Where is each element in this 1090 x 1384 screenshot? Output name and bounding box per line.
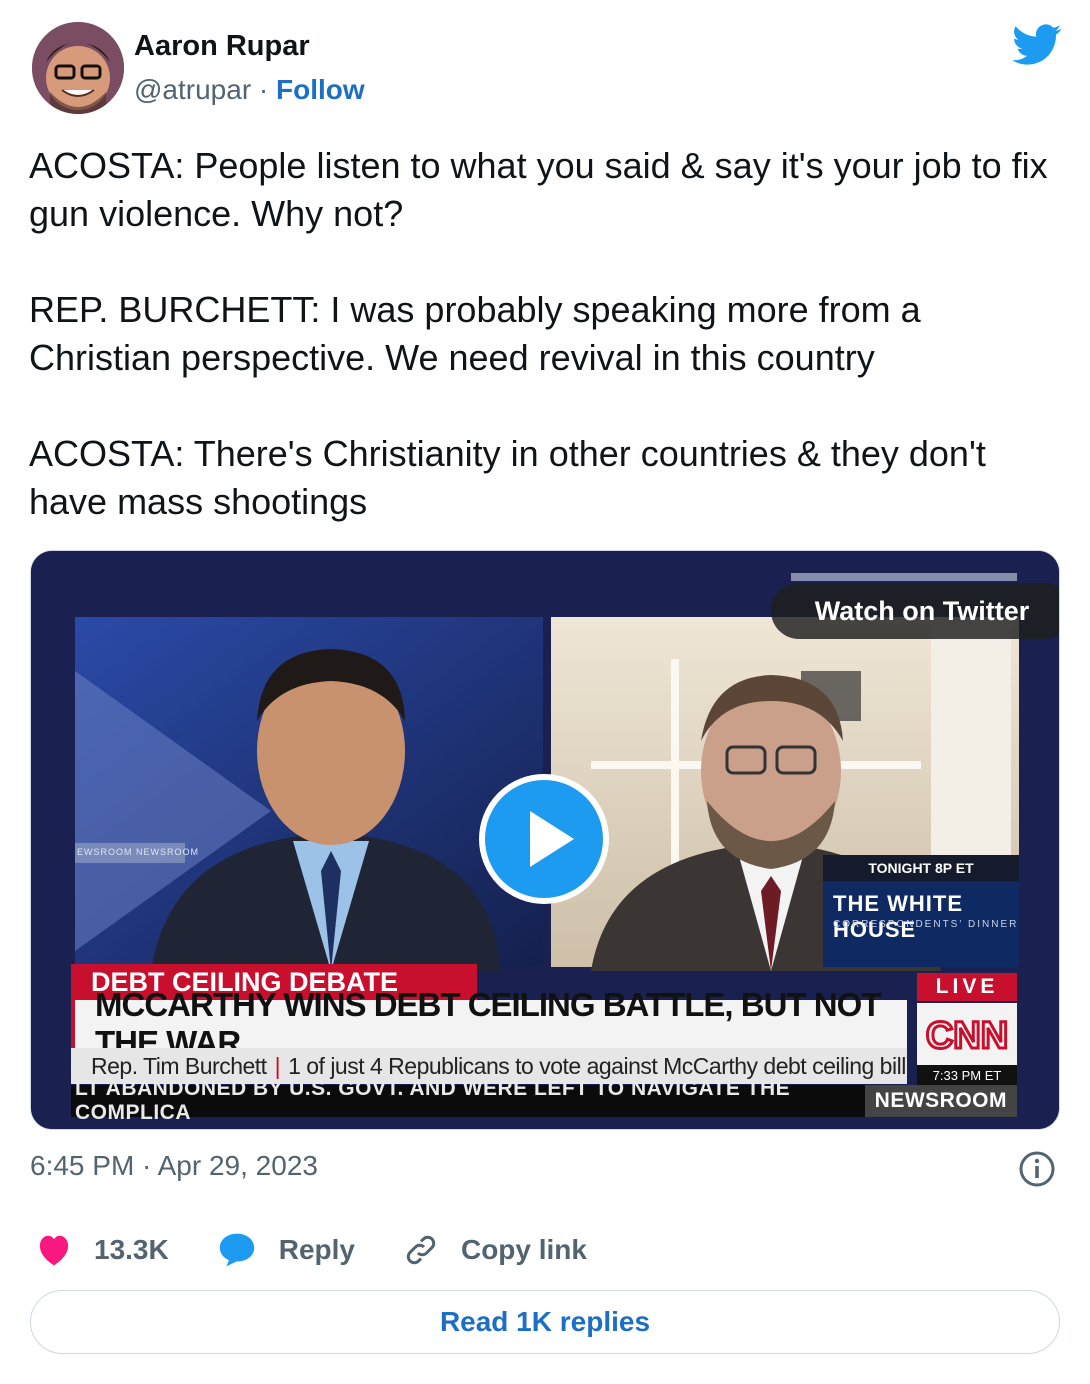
watch-on-twitter-button[interactable]: Watch on Twitter [771, 583, 1059, 639]
tweet-text: ACOSTA: People listen to what you said &… [29, 142, 1059, 574]
author-handle[interactable]: @atrupar [134, 74, 251, 105]
tweet-paragraph: ACOSTA: People listen to what you said &… [29, 145, 1048, 234]
like-count: 13.3K [94, 1234, 169, 1265]
chyron-detail: 1 of just 4 Republicans to vote against … [288, 1052, 906, 1079]
twitter-bird-icon[interactable] [1012, 24, 1062, 66]
clock-badge: 7:33 PM ET [917, 1065, 1017, 1085]
copy-link-label: Copy link [460, 1234, 587, 1265]
wall-text: EWSROOM NEWSROOM [77, 847, 199, 857]
video-player[interactable]: Watch on Twitter TONIGHT 8P ET THE WHITE… [30, 550, 1060, 1130]
reply-bubble-icon [219, 1233, 254, 1267]
tweet-paragraph: REP. BURCHETT: I was probably speaking m… [29, 289, 921, 378]
chyron-headline: MCCARTHY WINS DEBT CEILING BATTLE, BUT N… [71, 986, 907, 1061]
cnn-logo-text: CNN [926, 1015, 1008, 1056]
copy-link-button[interactable]: Copy link [403, 1232, 587, 1268]
tweet-paragraph: ACOSTA: There's Christianity in other co… [29, 433, 986, 522]
author-name[interactable]: Aaron Rupar [134, 30, 310, 63]
ticker-text: LT ABANDONED BY U.S. GOVT. AND WERE LEFT… [75, 1077, 791, 1124]
info-icon[interactable] [1018, 1150, 1056, 1188]
chyron-name: Rep. Tim Burchett [91, 1052, 267, 1079]
promo-sub: CORRESPONDENTS' DINNER [833, 919, 1019, 930]
chyron-divider: | [274, 1052, 281, 1079]
tweet-embed: Aaron Rupar @atrupar · Follow ACOSTA: Pe… [0, 0, 1090, 1384]
heart-icon [39, 1235, 69, 1266]
link-icon [406, 1235, 436, 1265]
ticker-tag: NEWSROOM [864, 1085, 1017, 1117]
live-badge: LIVE [917, 973, 1017, 1001]
follow-link[interactable]: Follow [276, 74, 365, 105]
author-handle-row: @atrupar · Follow [134, 74, 365, 106]
reply-label: Reply [278, 1234, 355, 1265]
promo-graphic: TONIGHT 8P ET THE WHITE HOUSE CORRESPOND… [823, 855, 1019, 967]
promo-title: THE WHITE HOUSE [833, 891, 963, 942]
read-replies-button[interactable]: Read 1K replies [30, 1290, 1060, 1354]
like-button[interactable]: 13.3K [36, 1234, 169, 1266]
news-ticker: LT ABANDONED BY U.S. GOVT. AND WERE LEFT… [71, 1077, 1017, 1124]
play-icon[interactable] [478, 773, 610, 905]
cnn-logo-icon: CNN [917, 1003, 1017, 1065]
tweet-timestamp[interactable]: 6:45 PM · Apr 29, 2023 [30, 1150, 318, 1182]
reply-button[interactable]: Reply [217, 1232, 355, 1268]
separator: · [258, 74, 269, 105]
avatar[interactable] [32, 22, 124, 114]
tweet-actions: 13.3K Reply Copy link [36, 1228, 635, 1272]
promo-top: TONIGHT 8P ET [823, 855, 1019, 881]
